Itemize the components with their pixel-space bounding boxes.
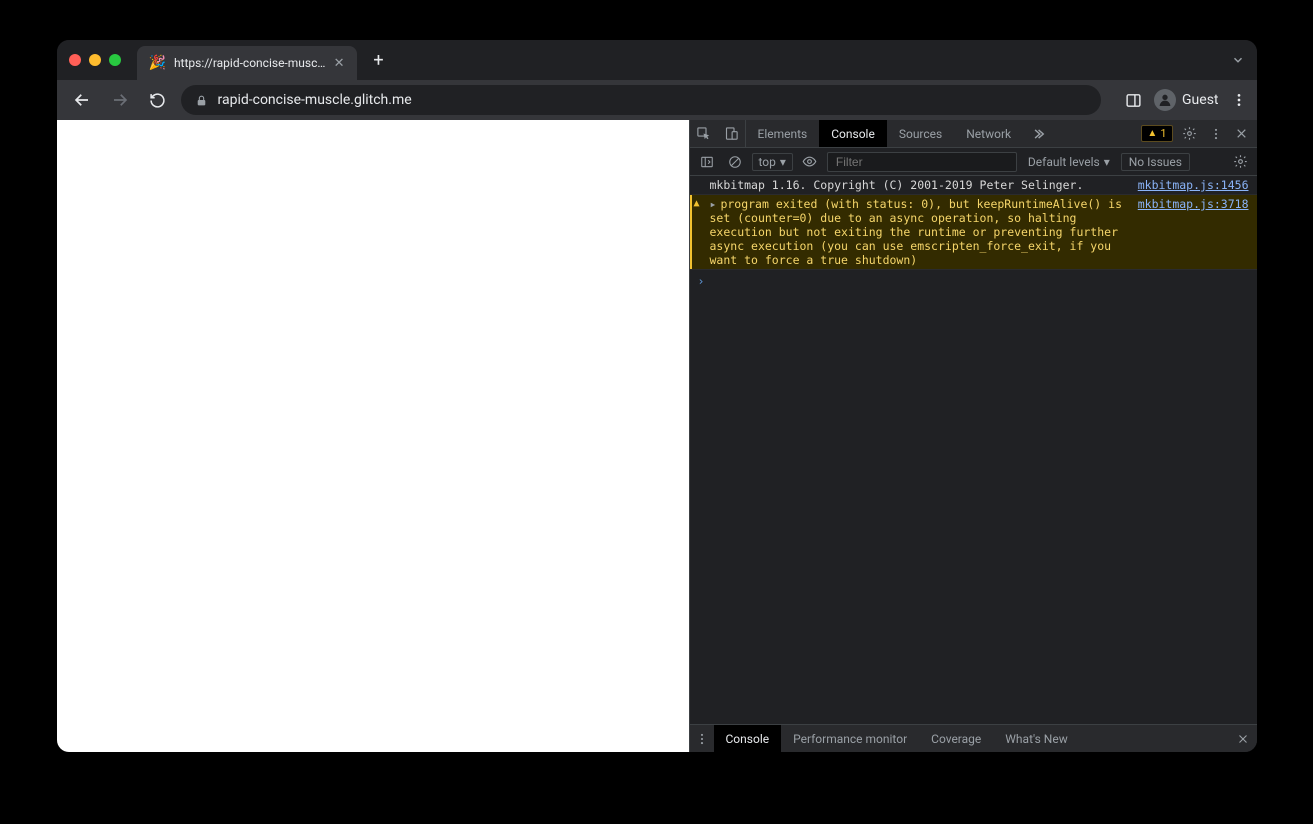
browser-menu-button[interactable] [1231,92,1247,108]
log-source-link[interactable]: mkbitmap.js:3718 [1138,197,1249,267]
reload-button[interactable] [143,85,173,115]
back-button[interactable] [67,85,97,115]
tab-favicon: 🎉 [149,56,166,70]
content-area: Elements Console Sources Network ▲ 1 [57,120,1257,752]
warnings-badge[interactable]: ▲ 1 [1141,125,1172,142]
minimize-window-button[interactable] [89,54,101,66]
clear-console-button[interactable] [724,151,746,173]
devtools-drawer: Console Performance monitor Coverage Wha… [690,724,1257,752]
context-label: top [759,155,776,169]
console-warn-row: ▲ ▸program exited (with status: 0), but … [690,195,1257,270]
warning-count: 1 [1160,127,1166,140]
warning-icon: ▲ [1147,128,1157,139]
drawer-close-button[interactable] [1229,733,1257,745]
tab-elements[interactable]: Elements [746,120,820,147]
browser-window: 🎉 https://rapid-concise-muscle.g ✕ + rap… [57,40,1257,752]
traffic-lights [69,54,121,66]
page-viewport[interactable] [57,120,689,752]
tab-sources[interactable]: Sources [887,120,954,147]
console-body[interactable]: mkbitmap 1.16. Copyright (C) 2001-2019 P… [690,176,1257,724]
new-tab-button[interactable]: + [365,46,393,74]
console-prompt[interactable]: › [690,270,1257,292]
log-source-link[interactable]: mkbitmap.js:1456 [1138,178,1249,192]
expand-caret-icon[interactable]: ▸ [710,197,717,211]
issues-chip[interactable]: No Issues [1121,153,1190,171]
drawer-tab-console[interactable]: Console [714,725,782,752]
log-message: ▸program exited (with status: 0), but ke… [710,197,1138,267]
chevron-down-icon: ▾ [1104,155,1110,169]
device-toolbar-button[interactable] [718,120,746,147]
chevron-down-icon: ▾ [780,155,786,169]
address-bar[interactable]: rapid-concise-muscle.glitch.me [181,85,1101,115]
more-tabs-button[interactable] [1023,120,1053,147]
toolbar: rapid-concise-muscle.glitch.me Guest [57,80,1257,120]
devtools-tab-bar: Elements Console Sources Network ▲ 1 [690,120,1257,148]
console-settings-button[interactable] [1230,154,1251,169]
levels-label: Default levels [1028,155,1100,169]
close-window-button[interactable] [69,54,81,66]
inspect-element-button[interactable] [690,120,718,147]
forward-button[interactable] [105,85,135,115]
devtools-close-button[interactable] [1232,127,1251,140]
live-expression-button[interactable] [799,151,821,173]
titlebar: 🎉 https://rapid-concise-muscle.g ✕ + [57,40,1257,80]
context-selector[interactable]: top ▾ [752,153,793,171]
console-filter-input[interactable] [827,152,1017,172]
tab-console[interactable]: Console [819,120,887,147]
tab-title: https://rapid-concise-muscle.g [174,56,326,70]
drawer-tab-performance-monitor[interactable]: Performance monitor [781,725,919,752]
console-sidebar-toggle[interactable] [696,151,718,173]
tab-overflow-button[interactable] [1231,53,1245,67]
profile-chip[interactable]: Guest [1154,89,1218,111]
close-tab-button[interactable]: ✕ [334,56,345,71]
zoom-window-button[interactable] [109,54,121,66]
issues-label: No Issues [1129,155,1182,169]
browser-tab[interactable]: 🎉 https://rapid-concise-muscle.g ✕ [137,46,357,80]
log-levels-selector[interactable]: Default levels ▾ [1023,153,1115,171]
devtools-settings-button[interactable] [1179,126,1200,141]
side-panel-button[interactable] [1125,92,1142,109]
guest-label: Guest [1182,92,1218,108]
avatar-icon [1154,89,1176,111]
drawer-menu-button[interactable] [690,732,714,746]
lock-icon [195,94,208,107]
drawer-tab-coverage[interactable]: Coverage [919,725,993,752]
url-text: rapid-concise-muscle.glitch.me [218,92,412,108]
log-message: mkbitmap 1.16. Copyright (C) 2001-2019 P… [710,178,1138,192]
devtools-panel: Elements Console Sources Network ▲ 1 [689,120,1257,752]
tab-network[interactable]: Network [954,120,1023,147]
console-toolbar: top ▾ Default levels ▾ No Issues [690,148,1257,176]
warning-icon: ▲ [694,198,700,209]
console-log-row: mkbitmap 1.16. Copyright (C) 2001-2019 P… [690,176,1257,195]
devtools-menu-button[interactable] [1206,127,1226,141]
drawer-tab-whats-new[interactable]: What's New [993,725,1079,752]
